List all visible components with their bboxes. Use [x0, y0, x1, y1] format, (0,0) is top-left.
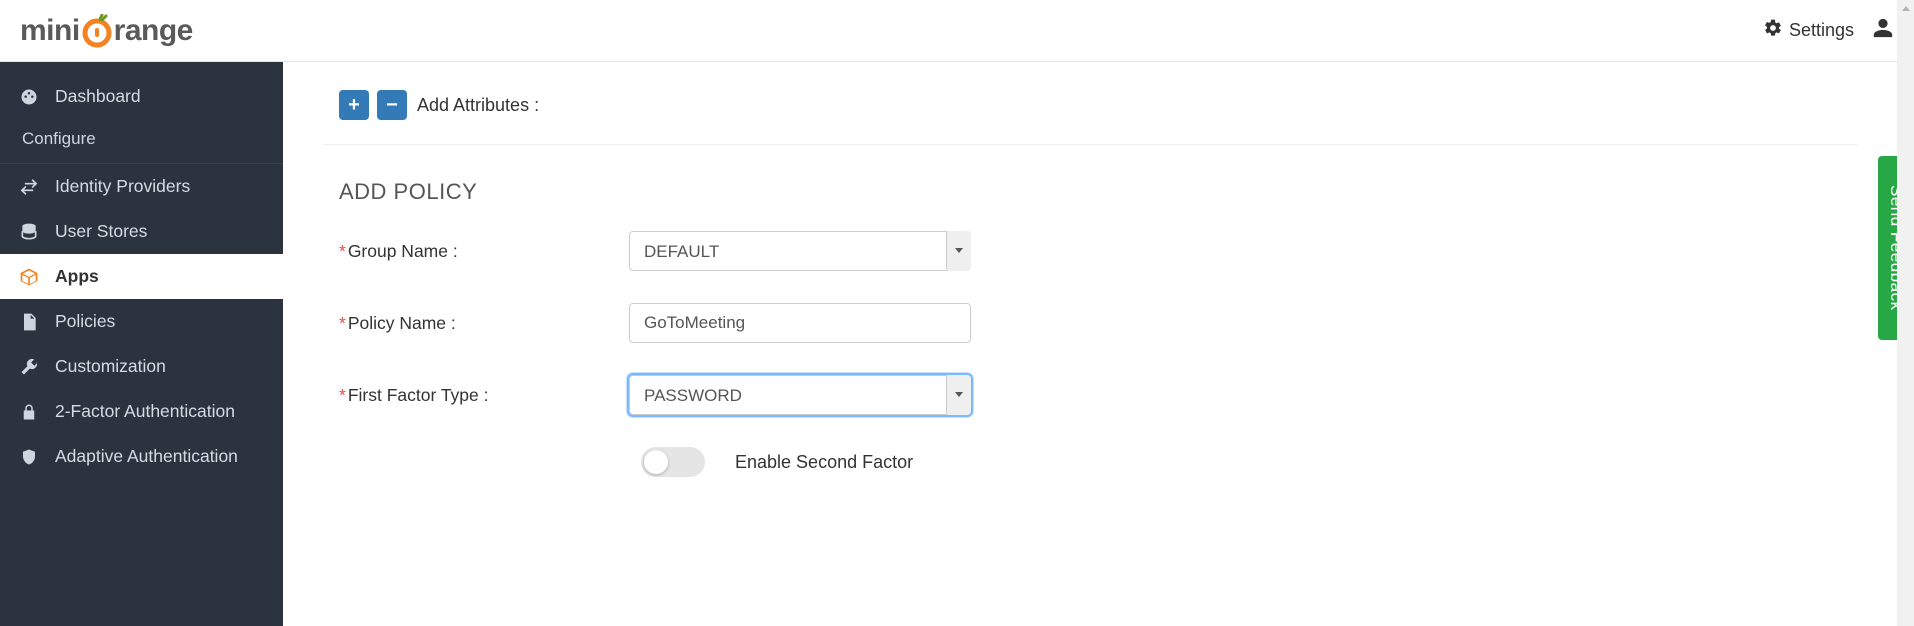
- row-policy-name: *Policy Name :: [283, 287, 1914, 359]
- add-attributes-row: + − Add Attributes :: [283, 62, 1914, 144]
- plus-icon: +: [348, 94, 360, 117]
- gear-icon: [1763, 18, 1783, 43]
- sidebar-item-label: 2-Factor Authentication: [55, 401, 235, 422]
- label-text: Policy Name :: [348, 313, 456, 333]
- header-right: Settings: [1763, 17, 1894, 44]
- sidebar-item-user-stores[interactable]: User Stores: [0, 209, 283, 254]
- policy-name-input[interactable]: [629, 303, 971, 343]
- sidebar-item-customization[interactable]: Customization: [0, 344, 283, 389]
- add-attributes-label: Add Attributes :: [417, 95, 539, 116]
- box-icon: [18, 267, 40, 287]
- input-wrap-policy: [629, 303, 971, 343]
- sidebar-item-label: Adaptive Authentication: [55, 446, 238, 467]
- logo-text-mini: mini: [20, 14, 80, 48]
- sidebar-item-policies[interactable]: Policies: [0, 299, 283, 344]
- label-group-name: *Group Name :: [339, 241, 629, 262]
- enable-second-factor-label: Enable Second Factor: [735, 452, 913, 473]
- enable-second-factor-toggle[interactable]: [641, 447, 705, 477]
- add-attribute-button[interactable]: +: [339, 90, 369, 120]
- settings-label: Settings: [1789, 20, 1854, 41]
- sidebar-item-label: Dashboard: [55, 86, 141, 107]
- main-content: + − Add Attributes : ADD POLICY *Group N…: [283, 62, 1914, 626]
- browser-scrollbar[interactable]: [1897, 0, 1914, 626]
- wrench-icon: [18, 357, 40, 377]
- select-wrap-first-factor: PASSWORD: [629, 375, 971, 415]
- label-text: Group Name :: [348, 241, 458, 261]
- select-wrap-group: DEFAULT: [629, 231, 971, 271]
- sidebar-item-adaptive-auth[interactable]: Adaptive Authentication: [0, 434, 283, 479]
- lock-icon: [18, 403, 40, 421]
- label-policy-name: *Policy Name :: [339, 313, 629, 334]
- minus-icon: −: [386, 94, 398, 117]
- row-first-factor: *First Factor Type : PASSWORD: [283, 359, 1914, 431]
- shield-icon: [18, 448, 40, 466]
- document-icon: [18, 312, 40, 332]
- settings-link[interactable]: Settings: [1763, 18, 1854, 43]
- label-text: First Factor Type :: [348, 385, 489, 405]
- group-name-select[interactable]: DEFAULT: [629, 231, 971, 271]
- logo-text-range: range: [114, 14, 193, 48]
- sidebar-item-label: User Stores: [55, 221, 147, 242]
- label-first-factor: *First Factor Type :: [339, 385, 629, 406]
- scroll-up-button[interactable]: [1897, 0, 1914, 17]
- section-title: ADD POLICY: [283, 145, 1914, 215]
- required-asterisk: *: [339, 385, 346, 405]
- required-asterisk: *: [339, 241, 346, 261]
- first-factor-select[interactable]: PASSWORD: [629, 375, 971, 415]
- sidebar-item-apps[interactable]: Apps: [0, 254, 283, 299]
- layout: Dashboard Configure Identity Providers U…: [0, 62, 1914, 626]
- user-icon: [1872, 26, 1894, 43]
- sidebar-item-dashboard[interactable]: Dashboard: [0, 74, 283, 119]
- row-group-name: *Group Name : DEFAULT: [283, 215, 1914, 287]
- dashboard-icon: [18, 87, 40, 107]
- sidebar-sub-label: Configure: [22, 129, 96, 148]
- user-menu[interactable]: [1872, 17, 1894, 44]
- required-asterisk: *: [339, 313, 346, 333]
- logo: mini range: [20, 14, 193, 48]
- header: mini range Settings: [0, 0, 1914, 62]
- logo-orange-icon: [80, 14, 114, 48]
- sidebar-sub-configure[interactable]: Configure: [0, 119, 283, 164]
- sidebar-item-label: Customization: [55, 356, 166, 377]
- remove-attribute-button[interactable]: −: [377, 90, 407, 120]
- database-icon: [18, 222, 40, 242]
- sidebar-item-label: Identity Providers: [55, 176, 190, 197]
- sidebar-item-identity-providers[interactable]: Identity Providers: [0, 164, 283, 209]
- sidebar-item-2fa[interactable]: 2-Factor Authentication: [0, 389, 283, 434]
- row-enable-second-factor: Enable Second Factor: [283, 431, 1914, 493]
- sidebar-item-label: Policies: [55, 311, 115, 332]
- swap-icon: [18, 177, 40, 197]
- sidebar: Dashboard Configure Identity Providers U…: [0, 62, 283, 626]
- sidebar-item-label: Apps: [55, 266, 99, 287]
